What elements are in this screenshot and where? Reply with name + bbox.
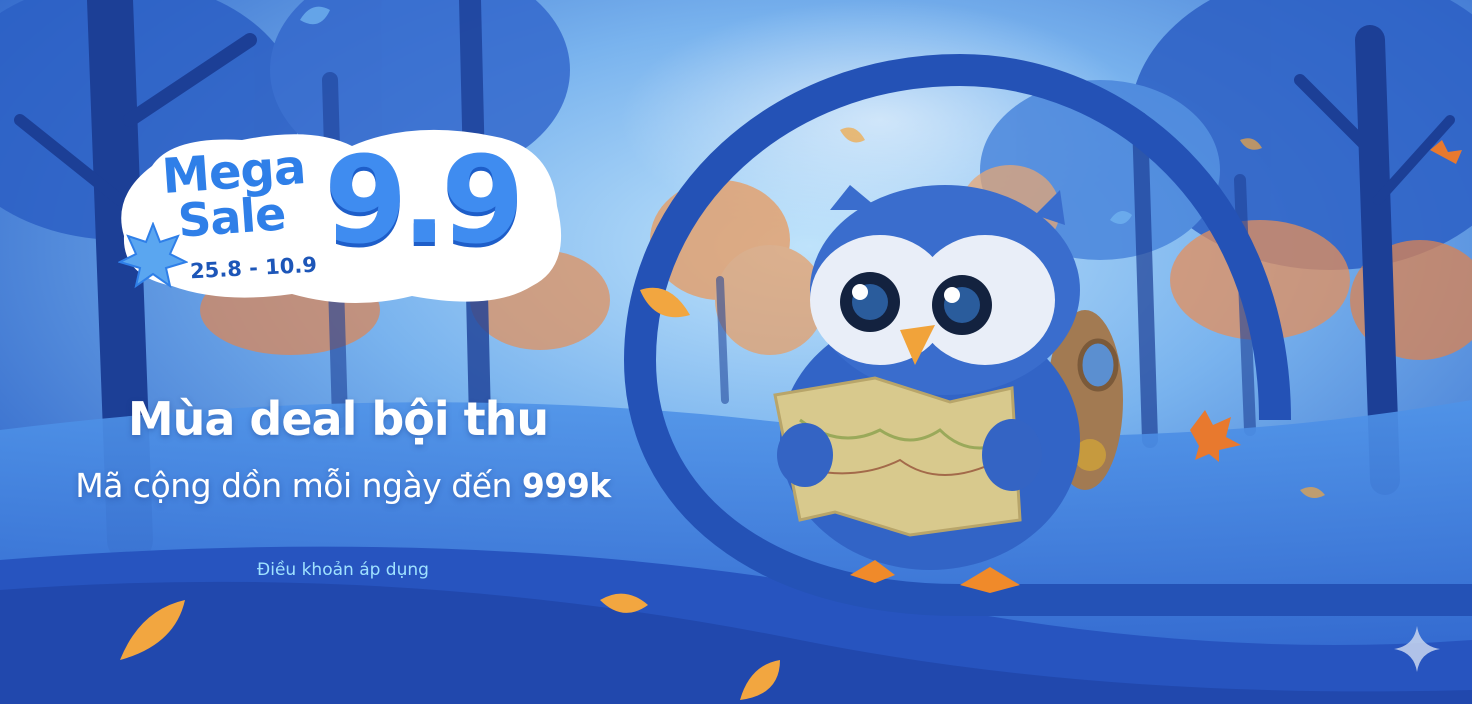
logo-sale: Sale bbox=[176, 186, 287, 248]
subline-text: Mã cộng dồn mỗi ngày đến bbox=[75, 466, 522, 505]
mega-sale-logo: Mega Sale 9.9 25.8 - 10.9 bbox=[112, 126, 572, 311]
subline: Mã cộng dồn mỗi ngày đến 999k bbox=[0, 466, 686, 505]
sparkle-icon bbox=[1394, 626, 1440, 672]
maple-leaf-icon bbox=[118, 222, 188, 289]
subline-highlight: 999k bbox=[521, 466, 611, 505]
autumn-forest-background bbox=[0, 0, 1472, 704]
headline: Mùa deal bội thu bbox=[127, 392, 549, 446]
logo-number: 9.9 bbox=[324, 132, 525, 271]
promo-banner[interactable]: Mega Sale 9.9 25.8 - 10.9 Mùa deal bội t… bbox=[0, 0, 1472, 704]
terms-link[interactable]: Điều khoản áp dụng bbox=[0, 560, 686, 580]
